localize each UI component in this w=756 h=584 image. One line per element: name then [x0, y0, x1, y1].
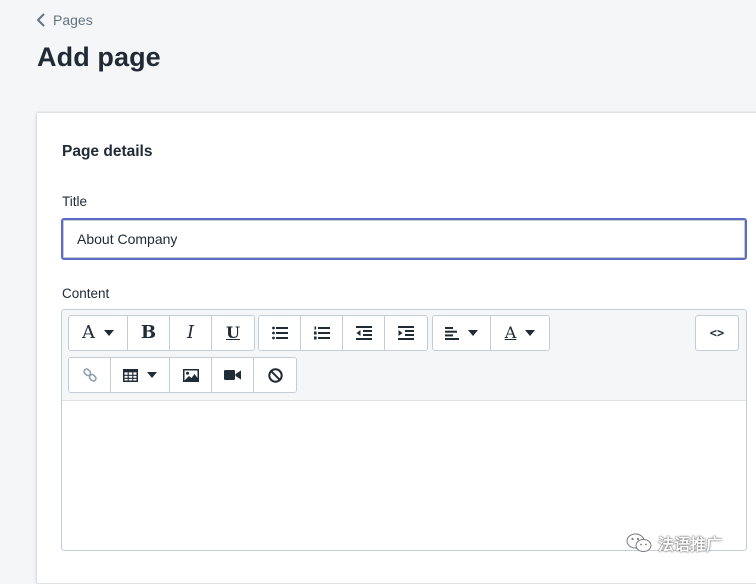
- align-color-group: A: [432, 315, 550, 351]
- title-label: Title: [62, 194, 88, 209]
- editor-toolbar: A B I U A <>: [62, 310, 746, 401]
- ban-icon: [267, 367, 283, 383]
- bold-button[interactable]: B: [128, 316, 170, 350]
- caret-down-icon: [525, 330, 536, 336]
- card-title: Page details: [62, 143, 153, 160]
- bullet-list-icon: [271, 326, 288, 340]
- wechat-icon: [626, 533, 652, 552]
- numbered-list-icon: [313, 326, 330, 340]
- outdent-button[interactable]: [343, 316, 385, 350]
- list-group: [258, 315, 428, 351]
- text-color-icon: A: [504, 323, 517, 342]
- insert-group: [68, 357, 297, 393]
- numbered-list-button[interactable]: [301, 316, 343, 350]
- breadcrumb[interactable]: Pages: [36, 10, 93, 30]
- watermark-text: 法语推广: [658, 535, 723, 554]
- align-left-icon: [445, 326, 459, 340]
- underline-button[interactable]: U: [212, 316, 254, 350]
- content-editor-body[interactable]: [62, 401, 746, 550]
- insert-image-button[interactable]: [170, 358, 212, 392]
- italic-button[interactable]: I: [170, 316, 212, 350]
- image-icon: [182, 368, 199, 382]
- text-style-dropdown[interactable]: A: [69, 316, 128, 350]
- clear-formatting-button[interactable]: [254, 358, 296, 392]
- breadcrumb-link-pages[interactable]: Pages: [53, 12, 93, 28]
- caret-down-icon: [468, 330, 478, 336]
- insert-video-button[interactable]: [212, 358, 254, 392]
- caret-down-icon: [147, 372, 157, 378]
- bullet-list-button[interactable]: [259, 316, 301, 350]
- watermark: 法语推广: [626, 532, 722, 554]
- text-format-group: A B I U: [68, 315, 255, 351]
- text-style-icon: A: [82, 322, 95, 343]
- title-input[interactable]: [61, 218, 747, 260]
- chevron-left-icon: [36, 13, 45, 27]
- link-icon: [82, 368, 97, 382]
- bold-icon: B: [140, 322, 157, 343]
- table-dropdown[interactable]: [111, 358, 170, 392]
- caret-down-icon: [104, 330, 114, 336]
- outdent-icon: [355, 326, 372, 340]
- show-html-button[interactable]: <>: [695, 315, 739, 351]
- video-camera-icon: [224, 370, 241, 380]
- underline-icon: U: [226, 323, 240, 342]
- align-dropdown[interactable]: [433, 316, 491, 350]
- table-icon: [123, 368, 138, 382]
- indent-icon: [398, 326, 414, 340]
- italic-icon: I: [186, 322, 195, 343]
- page-title: Add page: [37, 42, 161, 72]
- indent-button[interactable]: [385, 316, 427, 350]
- page-details-card: Page details Title Content A B I U: [36, 112, 756, 584]
- text-color-dropdown[interactable]: A: [491, 316, 549, 350]
- link-button[interactable]: [69, 358, 111, 392]
- content-label: Content: [62, 286, 110, 301]
- content-editor: A B I U A <>: [61, 309, 747, 551]
